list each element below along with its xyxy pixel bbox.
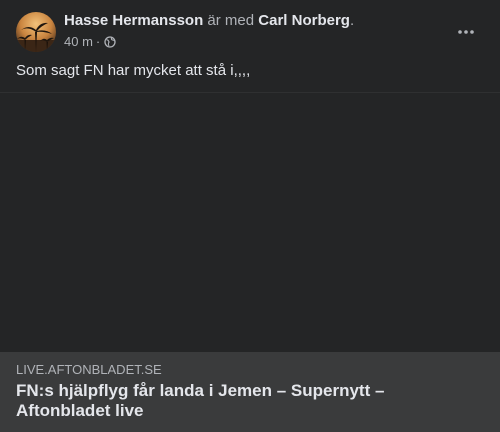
tagged-person[interactable]: Carl Norberg	[258, 12, 350, 29]
more-options-icon	[458, 30, 474, 34]
palm-tree-photo	[16, 22, 56, 52]
link-preview-card[interactable]: LIVE.AFTONBLADET.SE FN:s hjälpflyg får l…	[0, 352, 500, 432]
more-options-button[interactable]	[450, 16, 482, 48]
globe-icon[interactable]	[104, 36, 116, 48]
post-text: Som sagt FN har mycket att stå i,,,,	[16, 62, 251, 79]
author-name[interactable]: Hasse Hermansson	[64, 12, 203, 29]
avatar[interactable]	[16, 12, 56, 52]
with-text: är med	[203, 12, 259, 29]
link-preview-image[interactable]	[0, 93, 500, 352]
post-meta: 40 m ·	[64, 34, 116, 50]
post-header: Hasse Hermansson är med Carl Norberg. 40…	[0, 0, 500, 56]
timestamp[interactable]: 40 m	[64, 34, 93, 50]
link-domain: LIVE.AFTONBLADET.SE	[16, 362, 162, 377]
link-title[interactable]: FN:s hjälpflyg får landa i Jemen – Super…	[16, 381, 476, 421]
meta-separator: ·	[95, 34, 101, 49]
author-line: Hasse Hermansson är med Carl Norberg.	[64, 12, 354, 30]
period: .	[349, 12, 355, 29]
